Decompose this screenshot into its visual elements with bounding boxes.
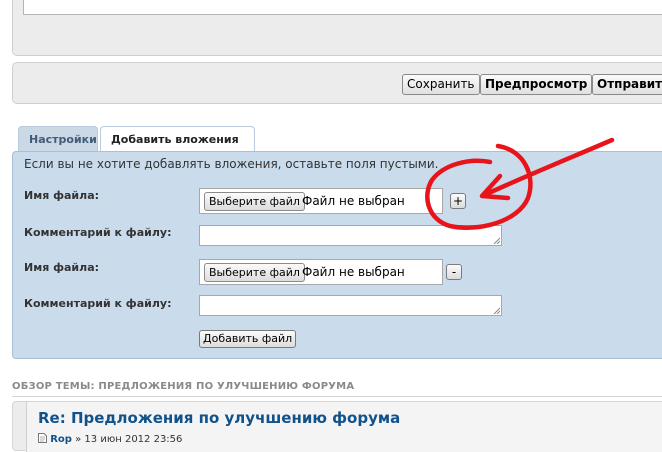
- post-title-link[interactable]: Re: Предложения по улучшению форума: [38, 409, 400, 427]
- choose-file-button[interactable]: Выберите файл: [204, 192, 305, 211]
- post-author-link[interactable]: Rop: [50, 434, 72, 445]
- attachments-hint: Если вы не хотите добавлять вложения, ос…: [24, 157, 439, 171]
- attachments-panel: [12, 151, 662, 359]
- file-comment-input[interactable]: [199, 295, 502, 316]
- file-input[interactable]: Выберите файл Файл не выбран: [199, 259, 443, 285]
- file-name-label: Имя файла:: [24, 261, 100, 274]
- resize-grip-icon[interactable]: [492, 236, 500, 244]
- tab-add-attachments[interactable]: Добавить вложения: [100, 126, 255, 153]
- preview-button[interactable]: Предпросмотр: [480, 74, 593, 95]
- post-icon: [38, 433, 47, 443]
- save-button[interactable]: Сохранить: [402, 74, 480, 95]
- topic-overview-heading: ОБЗОР ТЕМЫ: ПРЕДЛОЖЕНИЯ ПО УЛУЧШЕНИЮ ФОР…: [12, 381, 355, 392]
- post-meta: Rop » 13 июн 2012 23:56: [38, 433, 182, 445]
- choose-file-button[interactable]: Выберите файл: [204, 263, 305, 282]
- file-input[interactable]: Выберите файл Файл не выбран: [199, 188, 443, 214]
- file-status: Файл не выбран: [302, 194, 405, 208]
- post-date: 13 июн 2012 23:56: [84, 434, 183, 445]
- resize-grip-icon[interactable]: [492, 306, 500, 314]
- submit-button[interactable]: Отправить: [592, 74, 662, 95]
- remove-attachment-row-button[interactable]: -: [446, 264, 462, 280]
- add-attachment-row-button[interactable]: +: [450, 193, 466, 209]
- file-comment-input[interactable]: [199, 225, 502, 246]
- file-name-label: Имя файла:: [24, 189, 100, 202]
- file-comment-label: Комментарий к файлу:: [24, 297, 172, 310]
- file-status: Файл не выбран: [302, 265, 405, 279]
- message-textarea[interactable]: [23, 0, 662, 15]
- divider: [12, 396, 662, 397]
- add-file-button[interactable]: Добавить файл: [199, 330, 297, 348]
- post-separator: »: [75, 434, 82, 445]
- editor-panel: [12, 0, 662, 56]
- tab-settings[interactable]: Настройки: [18, 126, 98, 152]
- submit-panel: Сохранить Предпросмотр Отправить: [12, 62, 662, 104]
- file-comment-label: Комментарий к файлу:: [24, 226, 172, 239]
